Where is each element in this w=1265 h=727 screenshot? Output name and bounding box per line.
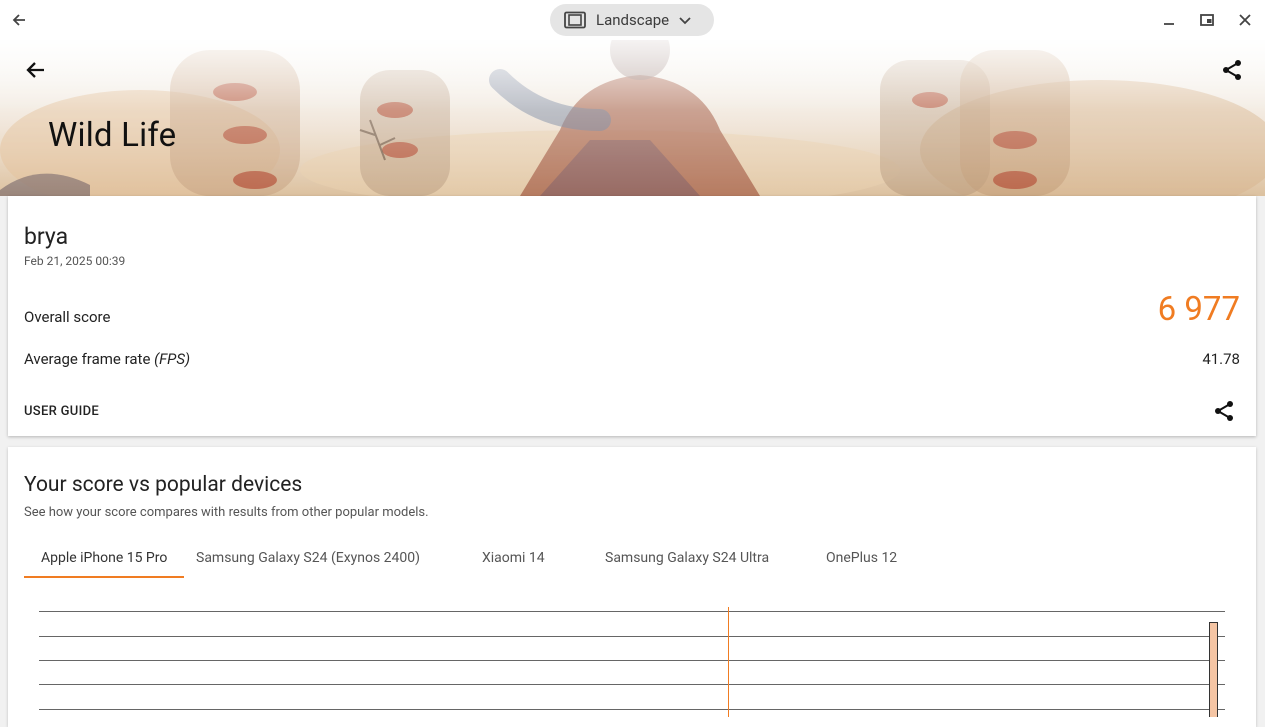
score-distribution-chart bbox=[39, 607, 1225, 717]
overall-score-value: 6 977 bbox=[1157, 290, 1240, 329]
active-tab-indicator bbox=[24, 576, 184, 578]
orientation-label: Landscape bbox=[596, 11, 670, 29]
compare-subtitle: See how your score compares with results… bbox=[24, 505, 429, 520]
tab-oneplus-12[interactable]: OnePlus 12 bbox=[826, 550, 897, 566]
tab-apple-iphone-15-pro[interactable]: Apple iPhone 15 Pro bbox=[41, 550, 167, 566]
fps-label-text: Average frame rate bbox=[24, 350, 151, 368]
window-titlebar: Landscape bbox=[0, 0, 1265, 40]
benchmark-title: Wild Life bbox=[48, 116, 177, 155]
result-card: brya Feb 21, 2025 00:39 Overall score 6 … bbox=[8, 196, 1256, 436]
compare-card: Your score vs popular devices See how yo… bbox=[8, 447, 1256, 727]
share-icon[interactable] bbox=[1220, 58, 1244, 82]
compare-title: Your score vs popular devices bbox=[24, 473, 303, 497]
tablet-landscape-icon bbox=[564, 11, 586, 29]
minimize-icon[interactable] bbox=[1157, 8, 1181, 32]
user-guide-link[interactable]: USER GUIDE bbox=[24, 404, 99, 419]
tab-samsung-galaxy-s24-ultra[interactable]: Samsung Galaxy S24 Ultra bbox=[605, 550, 769, 566]
window-back-icon[interactable] bbox=[7, 8, 31, 32]
tab-samsung-galaxy-s24-exynos[interactable]: Samsung Galaxy S24 (Exynos 2400) bbox=[196, 550, 420, 566]
distribution-bar bbox=[1209, 622, 1218, 717]
chevron-down-icon bbox=[677, 12, 693, 28]
share-icon[interactable] bbox=[1212, 399, 1236, 423]
fps-unit: (FPS) bbox=[154, 350, 191, 368]
user-name: brya bbox=[24, 223, 69, 250]
hero-banner: Wild Life bbox=[0, 40, 1265, 196]
orientation-dropdown[interactable]: Landscape bbox=[550, 4, 714, 36]
tab-xiaomi-14[interactable]: Xiaomi 14 bbox=[482, 550, 545, 566]
fps-value: 41.78 bbox=[1202, 350, 1240, 368]
fps-label: Average frame rate (FPS) bbox=[24, 350, 190, 368]
hero-artwork bbox=[0, 40, 1265, 196]
close-icon[interactable] bbox=[1233, 8, 1257, 32]
result-date: Feb 21, 2025 00:39 bbox=[24, 254, 126, 268]
restore-window-icon[interactable] bbox=[1195, 8, 1219, 32]
overall-score-label: Overall score bbox=[24, 308, 111, 326]
back-arrow-icon[interactable] bbox=[24, 58, 48, 82]
